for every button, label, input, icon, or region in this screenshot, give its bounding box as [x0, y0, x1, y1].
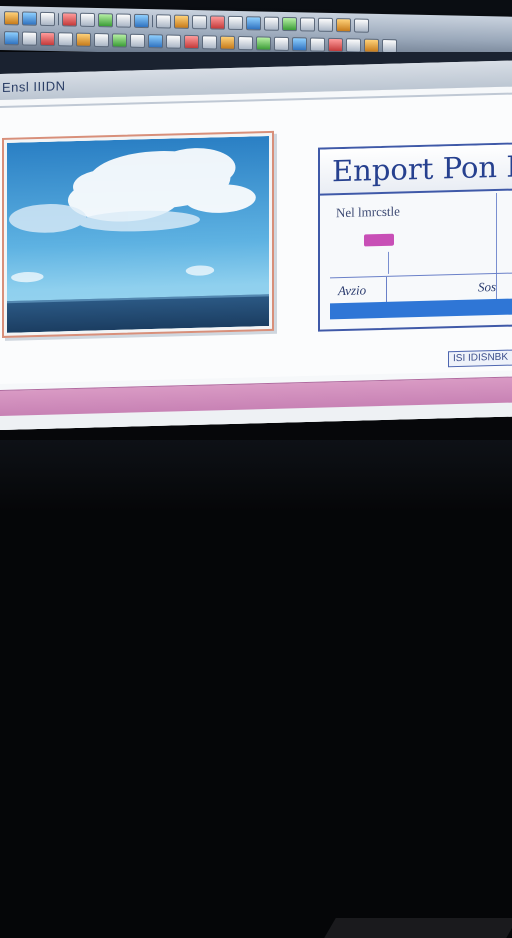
- content-panel: Enport Pon Po Nel lmrcstle Avzio Sos ISI…: [0, 92, 512, 385]
- toolbar-file-icon[interactable]: [4, 11, 19, 26]
- toolbar-cut-icon[interactable]: [62, 12, 77, 27]
- toolbar-list-icon[interactable]: [246, 16, 261, 31]
- status-badge: ISI IDISNBK: [448, 349, 512, 368]
- toolbar-flag-icon[interactable]: [184, 34, 199, 50]
- toolbar-image-icon[interactable]: [282, 16, 297, 32]
- toolbar-share-icon[interactable]: [148, 34, 163, 49]
- toolbar-filter-icon[interactable]: [202, 35, 217, 50]
- export-form-panel: Enport Pon Po Nel lmrcstle Avzio Sos: [318, 142, 512, 332]
- cell-divider: [386, 276, 387, 303]
- toolbar-link-icon[interactable]: [300, 17, 315, 32]
- window-title: Ensl IIIDN: [2, 78, 66, 95]
- toolbar-align-icon[interactable]: [228, 15, 243, 31]
- table-cell-b: Sos: [478, 279, 497, 295]
- app-window: Ensl IIIDN Enport Pon Po Nel lmrcstle Av…: [0, 60, 512, 431]
- toolbar-import-icon[interactable]: [94, 32, 109, 48]
- form-title: Enport Pon Po: [320, 144, 512, 196]
- toolbar-user-icon[interactable]: [292, 37, 307, 52]
- toolbar-lock-icon[interactable]: [274, 36, 289, 52]
- screen: Ensl IIIDN Enport Pon Po Nel lmrcstle Av…: [0, 0, 512, 938]
- toolbar-table-icon[interactable]: [264, 16, 279, 31]
- accent-badge: [364, 233, 394, 247]
- toolbar-save-icon[interactable]: [40, 11, 55, 27]
- toolbar-delete-icon[interactable]: [40, 31, 55, 47]
- toolbar-separator: [152, 15, 153, 28]
- toolbar-new-icon[interactable]: [4, 31, 19, 46]
- toolbar-print-icon[interactable]: [336, 18, 351, 33]
- toolbar-check-icon[interactable]: [112, 33, 127, 48]
- toolbar-separator: [58, 13, 59, 26]
- toolbar-copy-icon[interactable]: [80, 12, 95, 27]
- toolbar-star-icon[interactable]: [364, 38, 379, 53]
- toolbar-view-icon[interactable]: [22, 31, 37, 46]
- toolbar-grid-icon[interactable]: [346, 38, 361, 53]
- sky-image: [7, 135, 269, 333]
- toolbar-sort-icon[interactable]: [220, 35, 235, 50]
- toolbar-bold-icon[interactable]: [156, 14, 171, 29]
- toolbar-export-icon[interactable]: [76, 32, 91, 47]
- toolbar-paste-icon[interactable]: [98, 13, 113, 28]
- table-cell-a: Avzio: [338, 282, 367, 299]
- toolbar-color-icon[interactable]: [210, 15, 225, 30]
- toolbar-chart-icon[interactable]: [238, 35, 253, 51]
- toolbar-zoom-icon[interactable]: [318, 17, 333, 32]
- toolbar-help-icon[interactable]: [354, 18, 369, 33]
- toolbar-comment-icon[interactable]: [166, 34, 181, 49]
- toolbar-undo-icon[interactable]: [116, 13, 131, 28]
- toolbar-redo-icon[interactable]: [134, 13, 149, 29]
- tick-divider: [388, 251, 389, 274]
- toolbar-underline-icon[interactable]: [192, 15, 207, 30]
- toolbar-italic-icon[interactable]: [174, 14, 189, 29]
- monitor-bezel: [0, 440, 512, 938]
- toolbar-bell-icon[interactable]: [328, 37, 343, 53]
- toolbar-settings-icon[interactable]: [130, 33, 145, 49]
- image-preview[interactable]: [2, 130, 274, 338]
- bezel-reflection: [324, 918, 512, 938]
- toolbar-open-icon[interactable]: [22, 11, 37, 26]
- toolbar-mail-icon[interactable]: [310, 37, 325, 52]
- window-body: Enport Pon Po Nel lmrcstle Avzio Sos ISI…: [0, 86, 512, 431]
- toolbar-find-icon[interactable]: [58, 32, 73, 47]
- toolbar-refresh-icon[interactable]: [256, 36, 271, 51]
- field-label: Nel lmrcstle: [336, 203, 400, 221]
